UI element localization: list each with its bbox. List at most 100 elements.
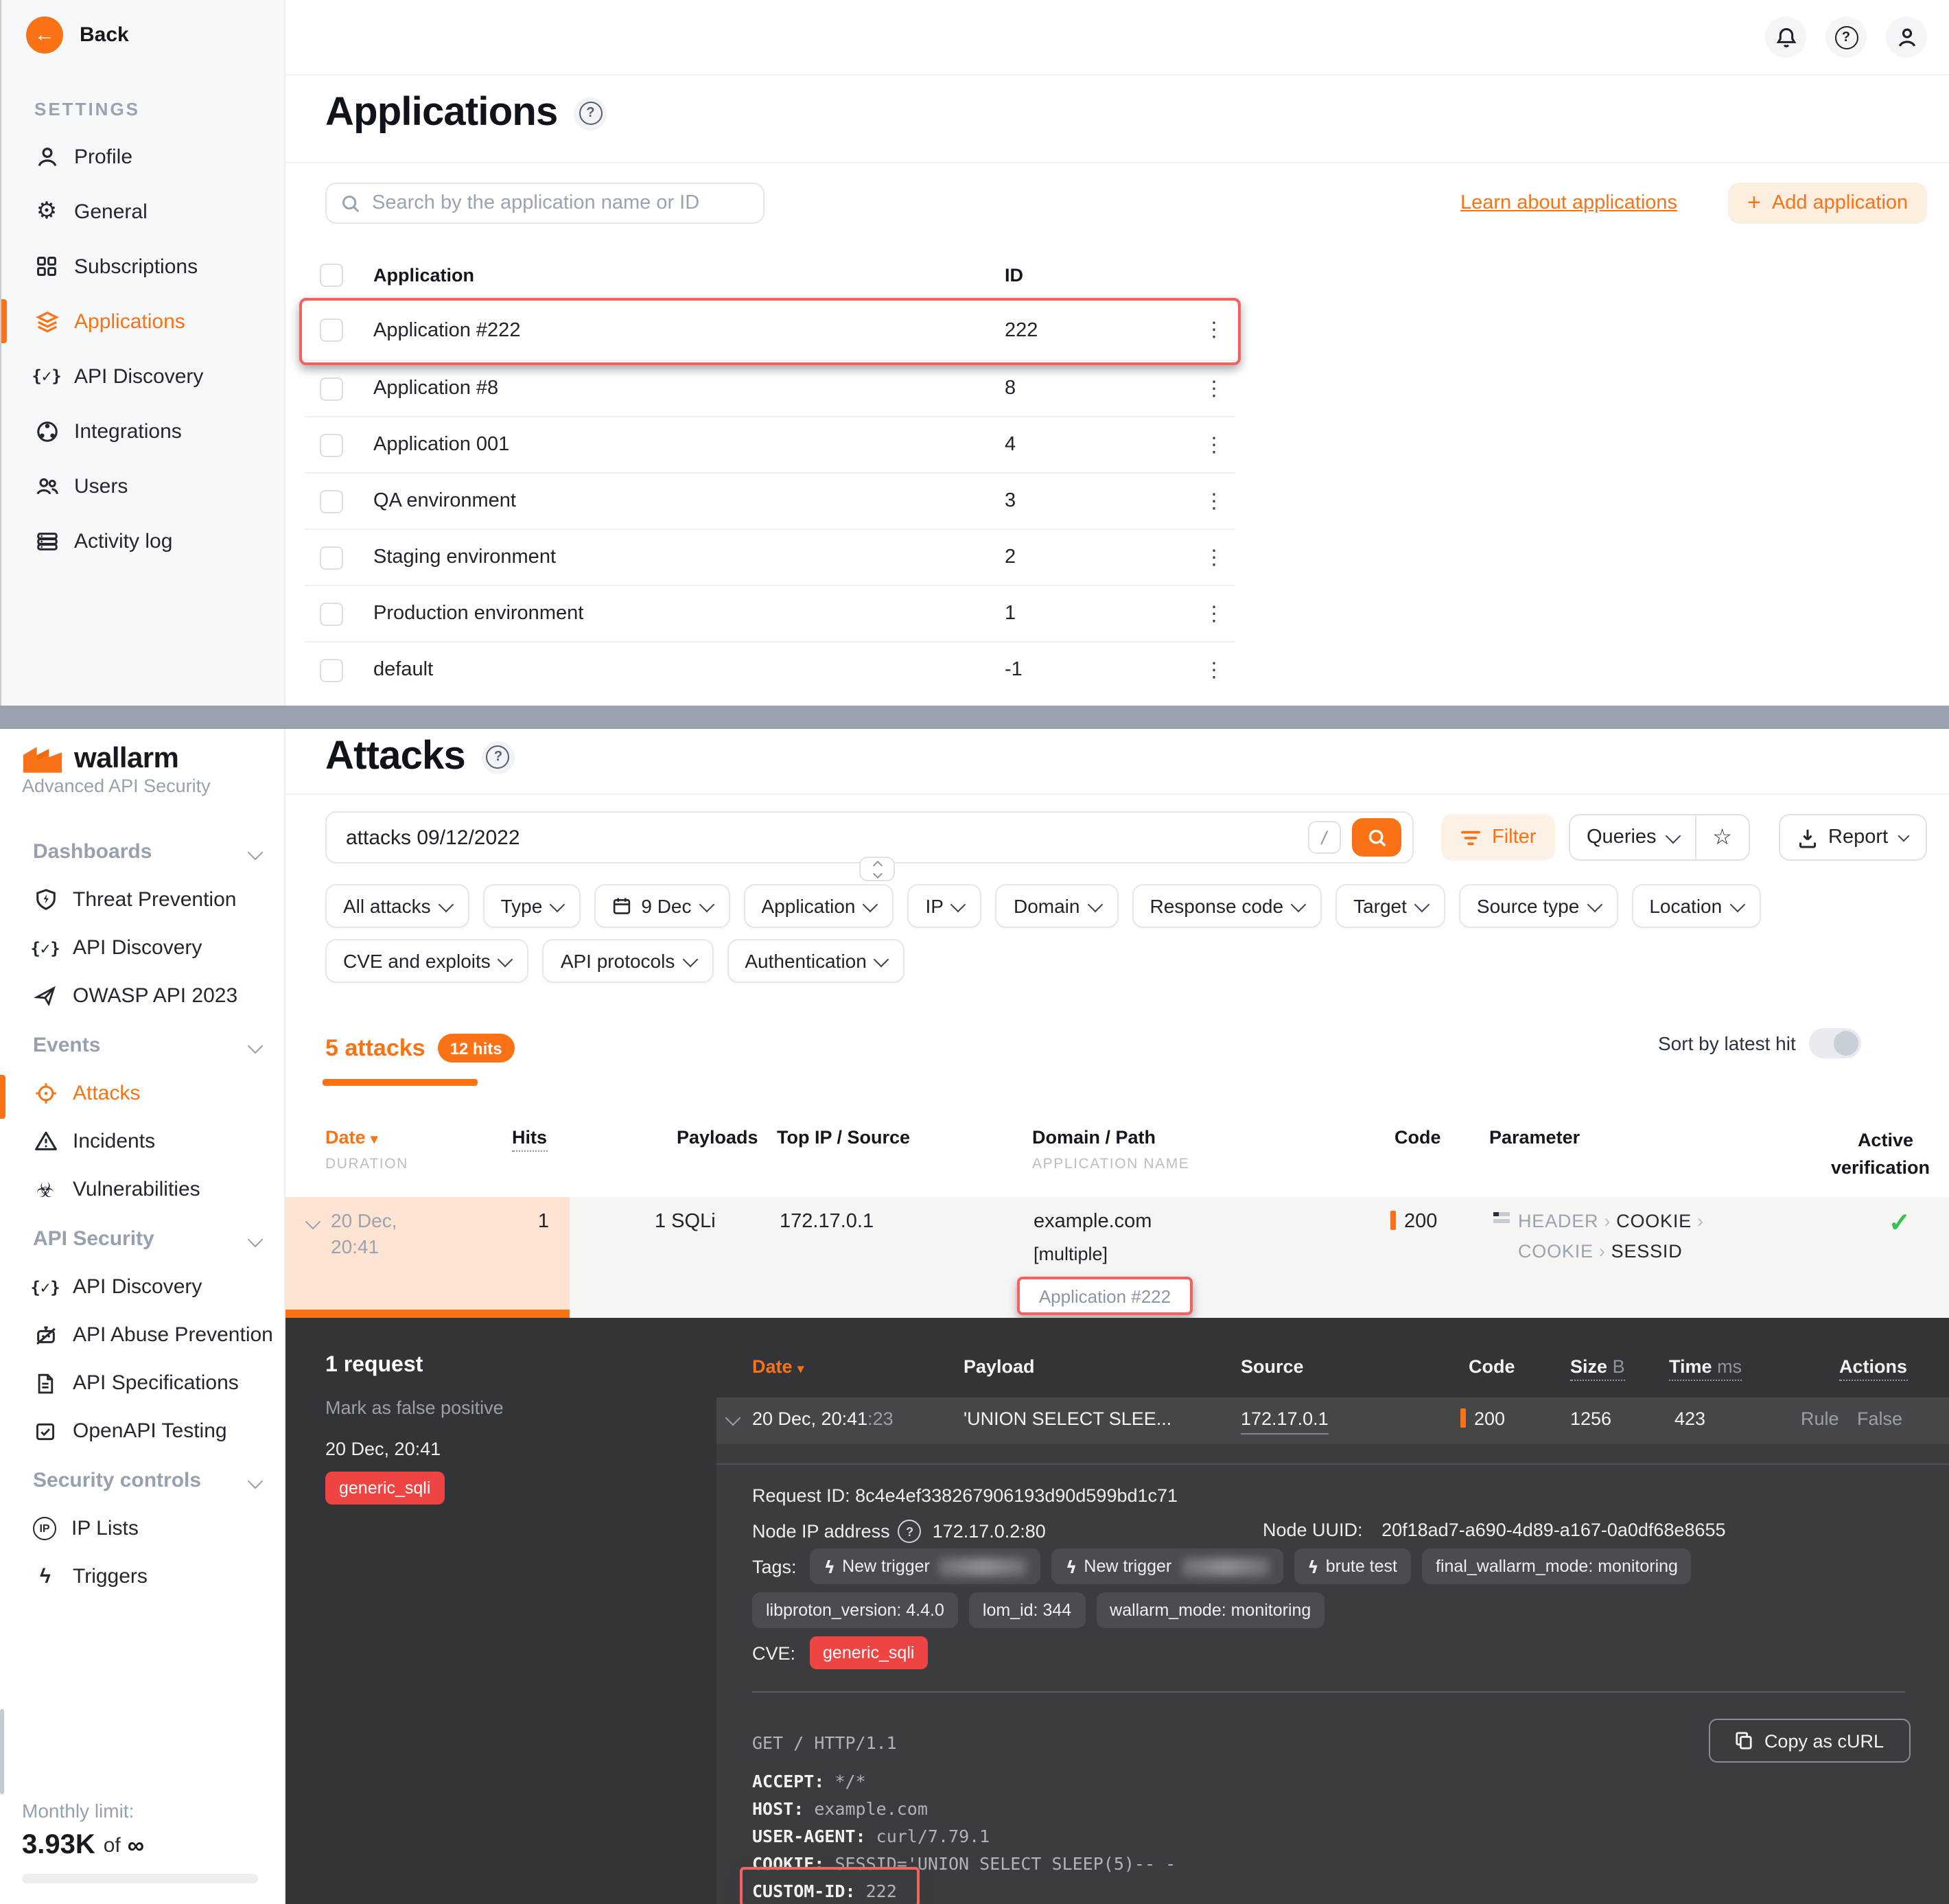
filter-chip-type[interactable]: Type (483, 884, 581, 928)
back-button[interactable]: ← Back (26, 16, 129, 54)
nav-section-api-security[interactable]: API Security (0, 1215, 285, 1263)
attack-row[interactable]: 20 Dec, 20:41 1 1 SQLi 172.17.0.1 exampl… (285, 1197, 1949, 1318)
add-application-button[interactable]: + Add application (1728, 183, 1927, 224)
filter-chip-source-type[interactable]: Source type (1459, 884, 1618, 928)
filter-chip-response-code[interactable]: Response code (1132, 884, 1322, 928)
filter-chip-authentication[interactable]: Authentication (727, 939, 905, 983)
column-date[interactable]: Date ▾ (325, 1127, 377, 1148)
attacks-count-tab[interactable]: 5 attacks 12 hits (325, 1034, 515, 1063)
nav-section-security-controls[interactable]: Security controls (0, 1456, 285, 1505)
learn-about-applications-link[interactable]: Learn about applications (1460, 192, 1677, 214)
false-action-button[interactable]: False (1857, 1408, 1902, 1429)
nav-section-dashboards[interactable]: Dashboards (0, 828, 285, 876)
row-checkbox[interactable] (320, 318, 343, 342)
title-help-icon[interactable]: ? (482, 741, 515, 774)
mark-false-positive-link[interactable]: Mark as false positive (325, 1397, 504, 1418)
table-row[interactable]: Application #222 222 ⋮ (305, 301, 1235, 361)
nav-item-triggers[interactable]: ϟ Triggers (0, 1553, 285, 1601)
tag-new-trigger-2[interactable]: ϟNew trigger (1052, 1548, 1283, 1584)
table-row[interactable]: default -1 ⋮ (305, 642, 1235, 697)
filter-chip-cve[interactable]: CVE and exploits (325, 939, 529, 983)
nav-item-vulnerabilities[interactable]: ☣ Vulnerabilities (0, 1165, 285, 1214)
row-menu-button[interactable]: ⋮ (1204, 378, 1224, 399)
select-all-checkbox[interactable] (320, 263, 343, 286)
filter-chip-api-protocols[interactable]: API protocols (543, 939, 714, 983)
row-checkbox[interactable] (320, 489, 343, 513)
column-hits[interactable]: Hits (512, 1127, 547, 1152)
copy-as-curl-button[interactable]: Copy as cURL (1709, 1719, 1911, 1763)
favorite-star-button[interactable]: ☆ (1696, 815, 1749, 859)
table-row[interactable]: Staging environment 2 ⋮ (305, 530, 1235, 586)
question-icon[interactable]: ? (898, 1520, 922, 1543)
help-button[interactable]: ? (1825, 16, 1867, 58)
detail-column-time[interactable]: Time ms (1669, 1356, 1742, 1381)
attack-source-ip[interactable]: 172.17.0.1 (780, 1211, 874, 1233)
row-checkbox[interactable] (320, 377, 343, 400)
nav-item-owasp-api-2023[interactable]: OWASP API 2023 (0, 972, 285, 1020)
row-checkbox[interactable] (320, 658, 343, 682)
account-button[interactable] (1886, 16, 1927, 58)
sidebar-scrollbar[interactable] (0, 1709, 4, 1794)
nav-item-openapi-testing[interactable]: OpenAPI Testing (0, 1407, 285, 1455)
filter-chip-date[interactable]: 9 Dec (594, 884, 730, 928)
sidebar-item-subscriptions[interactable]: Subscriptions (1, 239, 287, 294)
rule-action-button[interactable]: Rule (1801, 1408, 1839, 1429)
tag-wallarm-mode[interactable]: wallarm_mode: monitoring (1096, 1592, 1324, 1628)
sidebar-item-users[interactable]: Users (1, 458, 287, 513)
sidebar-item-api-discovery[interactable]: {✓} API Discovery (1, 349, 287, 404)
nav-item-threat-prevention[interactable]: Threat Prevention (0, 876, 285, 924)
nav-item-api-discovery[interactable]: {✓} API Discovery (0, 924, 285, 972)
nav-item-ip-lists[interactable]: IP IP Lists (0, 1505, 285, 1553)
table-row[interactable]: Application 001 4 ⋮ (305, 417, 1235, 474)
row-checkbox[interactable] (320, 602, 343, 625)
sidebar-item-profile[interactable]: Profile (1, 129, 287, 184)
filter-button[interactable]: Filter (1441, 814, 1555, 861)
tag-libproton-version[interactable]: libproton_version: 4.4.0 (752, 1592, 958, 1628)
row-menu-button[interactable]: ⋮ (1204, 547, 1224, 568)
nav-section-events[interactable]: Events (0, 1021, 285, 1069)
request-source-ip[interactable]: 172.17.0.1 (1241, 1408, 1329, 1435)
nav-item-api-specifications[interactable]: API Specifications (0, 1359, 285, 1407)
sort-toggle[interactable] (1810, 1028, 1862, 1058)
tag-final-wallarm-mode[interactable]: final_wallarm_mode: monitoring (1422, 1548, 1692, 1584)
row-menu-button[interactable]: ⋮ (1204, 434, 1224, 455)
wallarm-logo[interactable]: wallarm (22, 743, 178, 776)
application-search-input[interactable]: Search by the application name or ID (325, 183, 765, 224)
report-button[interactable]: Report (1779, 814, 1926, 861)
sidebar-item-general[interactable]: ⚙ General (1, 184, 287, 239)
sidebar-item-activity-log[interactable]: Activity log (1, 513, 287, 568)
table-row[interactable]: Application #8 8 ⋮ (305, 361, 1235, 417)
detail-column-actions[interactable]: Actions (1839, 1356, 1907, 1381)
row-menu-button[interactable]: ⋮ (1204, 603, 1224, 624)
search-submit-button[interactable] (1352, 818, 1401, 857)
search-resize-handle[interactable] (859, 857, 895, 881)
tag-lom-id[interactable]: lom_id: 344 (969, 1592, 1085, 1628)
notifications-button[interactable] (1765, 16, 1806, 58)
attack-domain[interactable]: example.com (1034, 1211, 1152, 1233)
detail-column-size[interactable]: Size B (1570, 1356, 1625, 1381)
nav-item-api-discovery-2[interactable]: {✓} API Discovery (0, 1263, 285, 1311)
filter-chip-application[interactable]: Application (744, 884, 894, 928)
filter-chip-ip[interactable]: IP (908, 884, 982, 928)
filter-chip-domain[interactable]: Domain (996, 884, 1119, 928)
sidebar-item-applications[interactable]: Applications (1, 294, 287, 349)
sidebar-item-integrations[interactable]: Integrations (1, 404, 287, 458)
queries-button[interactable]: Queries (1570, 815, 1695, 859)
row-checkbox[interactable] (320, 433, 343, 456)
row-menu-button[interactable]: ⋮ (1204, 491, 1224, 511)
detail-column-date[interactable]: Date ▾ (752, 1356, 804, 1377)
cve-badge[interactable]: generic_sqli (809, 1636, 928, 1669)
attacks-search-input[interactable]: attacks 09/12/2022 / (325, 811, 1414, 863)
row-menu-button[interactable]: ⋮ (1204, 320, 1224, 340)
nav-item-incidents[interactable]: Incidents (0, 1117, 285, 1165)
row-checkbox[interactable] (320, 546, 343, 569)
tag-brute-test[interactable]: ϟbrute test (1294, 1548, 1411, 1584)
table-row[interactable]: QA environment 3 ⋮ (305, 474, 1235, 530)
table-row[interactable]: Production environment 1 ⋮ (305, 586, 1235, 642)
nav-item-attacks[interactable]: Attacks (0, 1069, 285, 1117)
row-menu-button[interactable]: ⋮ (1204, 660, 1224, 680)
attack-application-name[interactable]: Application #222 (1039, 1286, 1171, 1306)
filter-chip-target[interactable]: Target (1335, 884, 1445, 928)
title-help-icon[interactable]: ? (574, 97, 607, 130)
filter-chip-all-attacks[interactable]: All attacks (325, 884, 469, 928)
